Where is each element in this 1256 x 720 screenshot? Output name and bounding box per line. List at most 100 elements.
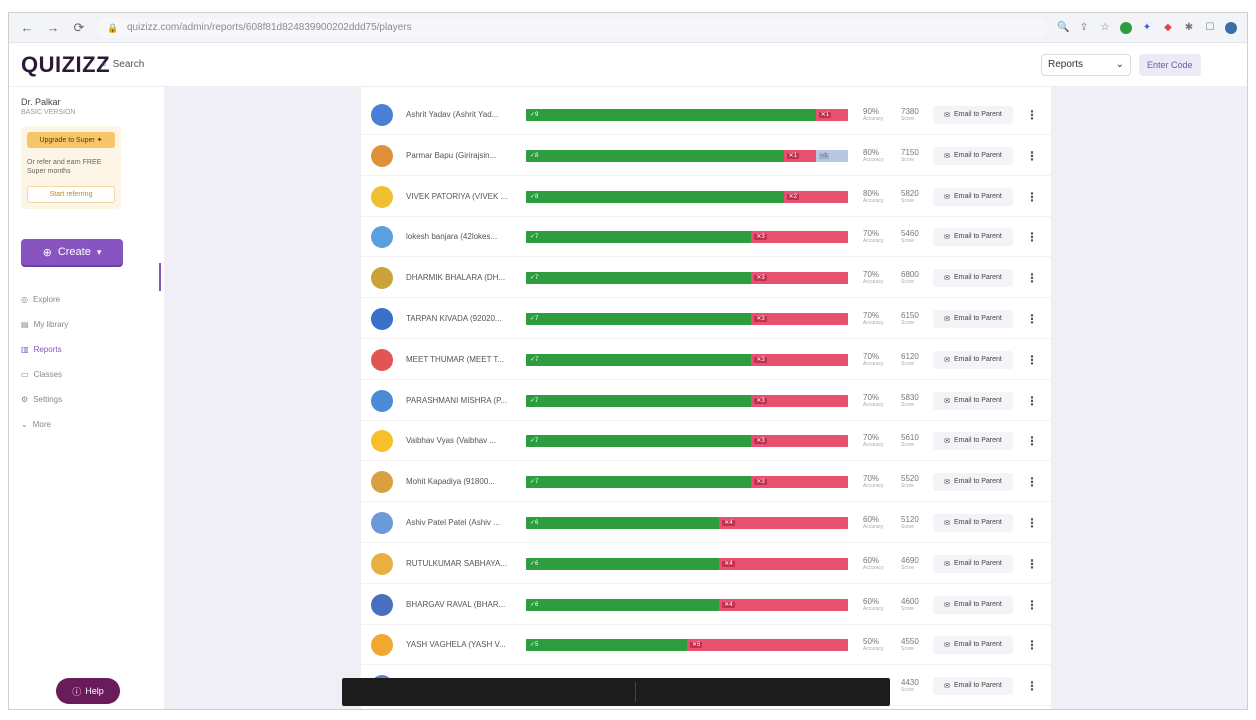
score-stat: 6150 Score [901, 311, 935, 326]
player-name[interactable]: Mohit Kapadiya (91800... [406, 477, 516, 486]
help-button[interactable]: ⓘ Help [56, 678, 120, 704]
player-row[interactable]: PARASHMANI MISHRA (P... ✓7 ✕3 70% Accuracy 58… [361, 381, 1051, 421]
lock-icon: 🔒 [107, 22, 119, 33]
forward-icon[interactable]: → [45, 20, 61, 36]
player-avatar [371, 307, 393, 330]
player-row[interactable]: Ashiv Patel Patel (Ashiv ... ✓6 ✕4 60% Accur… [361, 503, 1051, 543]
email-to-parent-button[interactable]: ✉ Email to Parent [933, 268, 1013, 287]
sidebar-item-more[interactable]: ⌄ More [21, 412, 152, 437]
email-to-parent-button[interactable]: ✉ Email to Parent [933, 227, 1013, 246]
player-row[interactable]: VIVEK PATORIYA (VIVEK ... ✓8 ✕2 80% Accuracy… [361, 177, 1051, 217]
sidebar-item-reports[interactable]: ▥ Reports [21, 337, 152, 362]
share-icon[interactable]: ⇪ [1078, 22, 1090, 34]
player-row[interactable]: RUTULKUMAR SABHAYA... ✓6 ✕4 60% Accuracy 4690… [361, 544, 1051, 584]
player-name[interactable]: Ashiv Patel Patel (Ashiv ... [406, 518, 516, 527]
sidebar-item-settings[interactable]: ⚙ Settings [21, 387, 152, 412]
email-to-parent-button[interactable]: ✉ Email to Parent [933, 635, 1013, 654]
email-to-parent-button[interactable]: ✉ Email to Parent [933, 513, 1013, 532]
accuracy-bar: ✓6✕4 [526, 516, 848, 529]
more-options-icon[interactable]: ⋮ [1026, 598, 1038, 612]
more-options-icon[interactable]: ⋮ [1026, 190, 1038, 204]
sidebar-item-my-library[interactable]: ▤ My library [21, 312, 152, 337]
player-name[interactable]: RUTULKUMAR SABHAYA... [406, 559, 516, 568]
player-name[interactable]: TARPAN KIVADA (92020... [406, 314, 516, 323]
profile-avatar-icon[interactable] [1225, 21, 1237, 34]
player-row[interactable]: Parmar Bapu (Girirajsin... ✓8 ✕1 –1 80% Accur… [361, 136, 1051, 176]
player-name[interactable]: BHARGAV RAVAL (BHAR... [406, 600, 516, 609]
player-name[interactable]: lokesh banjara (42lokes... [406, 232, 516, 241]
player-row[interactable]: BHARGAV RAVAL (BHAR... ✓6 ✕4 60% Accuracy 460… [361, 585, 1051, 625]
email-button-label: Email to Parent [954, 437, 1002, 444]
back-icon[interactable]: ← [19, 20, 35, 36]
more-options-icon[interactable]: ⋮ [1026, 271, 1038, 285]
more-options-icon[interactable]: ⋮ [1026, 475, 1038, 489]
zoom-icon[interactable]: 🔍 [1057, 22, 1069, 34]
email-to-parent-button[interactable]: ✉ Email to Parent [933, 391, 1013, 410]
extension-blue-icon[interactable]: ✦ [1141, 22, 1153, 34]
bookmark-star-icon[interactable]: ☆ [1099, 22, 1111, 34]
upgrade-button[interactable]: Upgrade to Super ✦ [27, 132, 115, 148]
player-name[interactable]: MEET THUMAR (MEET T... [406, 355, 516, 364]
quizizz-logo[interactable]: QUIZIZZ [21, 52, 110, 78]
more-options-icon[interactable]: ⋮ [1026, 516, 1038, 530]
player-avatar [371, 185, 393, 208]
player-name[interactable]: PARASHMANI MISHRA (P... [406, 396, 516, 405]
email-to-parent-button[interactable]: ✉ Email to Parent [933, 472, 1013, 491]
email-button-label: Email to Parent [954, 560, 1002, 567]
player-name[interactable]: YASH VAGHELA (YASH V... [406, 640, 516, 649]
address-bar[interactable]: 🔒 quizizz.com/admin/reports/608f81d82483… [97, 17, 1047, 38]
extension-green-icon[interactable] [1120, 21, 1132, 34]
player-name[interactable]: DHARMIK BHALARA (DH... [406, 273, 516, 282]
player-row[interactable]: MEET THUMAR (MEET T... ✓7 ✕3 70% Accuracy 612… [361, 340, 1051, 380]
player-row[interactable]: Ashrit Yadav (Ashrit Yad... ✓9 ✕1 90% Accura… [361, 95, 1051, 135]
email-to-parent-button[interactable]: ✉ Email to Parent [933, 309, 1013, 328]
more-options-icon[interactable]: ⋮ [1026, 557, 1038, 571]
sidebar-item-classes[interactable]: ▭ Classes [21, 362, 152, 387]
email-to-parent-button[interactable]: ✉ Email to Parent [933, 350, 1013, 369]
player-row[interactable]: DHARMIK BHALARA (DH... ✓7 ✕3 70% Accuracy 680… [361, 258, 1051, 298]
more-options-icon[interactable]: ⋮ [1026, 638, 1038, 652]
player-name[interactable]: Vaibhav Vyas (Vaibhav ... [406, 436, 516, 445]
email-to-parent-button[interactable]: ✉ Email to Parent [933, 146, 1013, 165]
email-to-parent-button[interactable]: ✉ Email to Parent [933, 676, 1013, 695]
more-options-icon[interactable]: ⋮ [1026, 108, 1038, 122]
extension-red-icon[interactable]: ◆ [1162, 22, 1174, 34]
more-options-icon[interactable]: ⋮ [1026, 394, 1038, 408]
more-options-icon[interactable]: ⋮ [1026, 679, 1038, 693]
accuracy-stat: 70% Accuracy [863, 229, 897, 244]
more-options-icon[interactable]: ⋮ [1026, 434, 1038, 448]
player-name[interactable]: Parmar Bapu (Girirajsin... [406, 151, 516, 160]
reports-dropdown[interactable]: Reports ⌄ [1041, 53, 1131, 76]
reports-dropdown-label: Reports [1048, 59, 1084, 70]
reload-icon[interactable]: ⟳ [71, 20, 87, 36]
player-row[interactable]: Vaibhav Vyas (Vaibhav ... ✓7 ✕3 70% Accuracy… [361, 421, 1051, 461]
accuracy-bar: ✓8 ✕2 [526, 190, 848, 203]
more-options-icon[interactable]: ⋮ [1026, 149, 1038, 163]
more-options-icon[interactable]: ⋮ [1026, 353, 1038, 367]
bottom-overlay-bar [342, 678, 890, 706]
player-name[interactable]: VIVEK PATORIYA (VIVEK ... [406, 192, 516, 201]
window-icon[interactable]: ☐ [1204, 22, 1216, 34]
more-options-icon[interactable]: ⋮ [1026, 230, 1038, 244]
search-input[interactable]: Search [113, 59, 145, 70]
player-row[interactable]: lokesh banjara (42lokes... ✓7 ✕3 70% Accurac… [361, 217, 1051, 257]
sidebar-item-explore[interactable]: ◎ Explore [21, 287, 152, 312]
enter-code-button[interactable]: Enter Code [1139, 53, 1201, 76]
start-referring-button[interactable]: Start referring [27, 186, 115, 203]
search-bar[interactable]: ⌕ Search [101, 59, 1041, 70]
player-row[interactable]: TARPAN KIVADA (92020... ✓7 ✕3 70% Accuracy 61… [361, 299, 1051, 339]
extensions-puzzle-icon[interactable]: ✱ [1183, 22, 1195, 34]
email-to-parent-button[interactable]: ✉ Email to Parent [933, 431, 1013, 450]
more-options-icon[interactable]: ⋮ [1026, 312, 1038, 326]
email-to-parent-button[interactable]: ✉ Email to Parent [933, 554, 1013, 573]
player-row[interactable]: YASH VAGHELA (YASH V... ✓5 ✕5 50% Accuracy 45… [361, 625, 1051, 665]
mail-icon: ✉ [944, 682, 950, 690]
email-to-parent-button[interactable]: ✉ Email to Parent [933, 105, 1013, 124]
correct-segment: ✓7 [526, 312, 752, 325]
create-button[interactable]: ⊕ Create ▾ [21, 239, 123, 265]
player-row[interactable]: Mohit Kapadiya (91800... ✓7 ✕3 70% Accuracy 5… [361, 462, 1051, 502]
email-to-parent-button[interactable]: ✉ Email to Parent [933, 187, 1013, 206]
player-name[interactable]: Ashrit Yadav (Ashrit Yad... [406, 110, 516, 119]
score-stat: 5820 Score [901, 189, 935, 204]
email-to-parent-button[interactable]: ✉ Email to Parent [933, 595, 1013, 614]
